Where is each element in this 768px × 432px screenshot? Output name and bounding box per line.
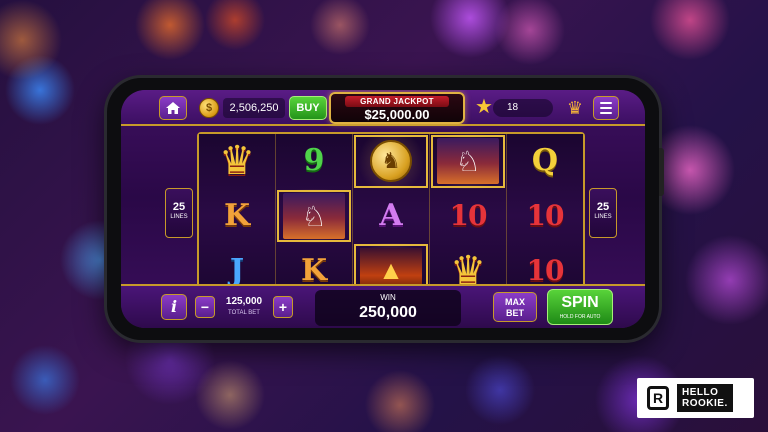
logo-mark: R (647, 386, 669, 410)
reel-cell: ♘ (430, 134, 506, 189)
top-bar: $ 2,506,250 BUY GRAND JACKPOT $25,000.00… (121, 90, 645, 126)
lines-count: 25 (596, 201, 610, 213)
reel-cell: Q (507, 134, 583, 189)
symbol-j: J (229, 252, 245, 288)
symbol-9: 9 (303, 143, 325, 179)
reel-3: ♞ A ▲ (353, 134, 430, 299)
reel-cell: ♛ (199, 134, 275, 189)
win-label: WIN (380, 293, 396, 302)
total-bet: 125,000 TOTAL BET (217, 295, 271, 321)
symbol-10: 10 (526, 253, 565, 287)
lines-label: LINES (170, 214, 188, 220)
reels: ♛ K J 9 ♘ K ♞ A ▲ ♘ 10 ♛ Q 10 10 (199, 134, 583, 299)
coin-icon: $ (199, 98, 219, 118)
crown-symbol-icon: ♛ (219, 139, 255, 184)
bottom-bar: i − 125,000 TOTAL BET + WIN 250,000 MAX … (121, 284, 645, 328)
win-display: WIN 250,000 (315, 290, 461, 326)
level-value: 18 (507, 102, 519, 113)
spin-button[interactable]: SPIN HOLD FOR AUTO (547, 289, 613, 325)
logo-text-line2: ROOKIE. (682, 398, 728, 409)
spin-sublabel: HOLD FOR AUTO (559, 314, 601, 320)
vip-crown-icon[interactable]: ♛ (564, 96, 586, 120)
total-bet-value: 125,000 (225, 296, 263, 307)
win-value: 250,000 (359, 304, 417, 321)
reel-4: ♘ 10 ♛ (430, 134, 507, 298)
symbol-10: 10 (449, 199, 488, 232)
home-icon (166, 102, 180, 114)
symbol-q: Q (531, 143, 559, 179)
gold-coin-symbol-icon: ♞ (370, 140, 412, 183)
increase-bet-button[interactable]: + (273, 296, 293, 318)
jackpot-value: $25,000.00 (364, 107, 430, 122)
grand-jackpot: GRAND JACKPOT $25,000.00 (329, 92, 465, 124)
hello-rookie-logo: R HELLO ROOKIE. (637, 378, 754, 418)
max-bet-button[interactable]: MAX BET (493, 292, 537, 322)
symbol-k: K (300, 252, 328, 288)
home-button[interactable] (159, 96, 187, 120)
hamburger-icon (600, 102, 612, 104)
horse-symbol-icon: ♘ (283, 193, 345, 239)
jackpot-label: GRAND JACKPOT (345, 96, 449, 107)
horse-symbol-icon: ♘ (437, 138, 499, 185)
menu-button[interactable] (593, 96, 619, 120)
total-bet-label: TOTAL BET (228, 310, 260, 316)
spin-label: SPIN (561, 294, 599, 311)
reel-cell: K (199, 189, 275, 244)
reel-frame: ♛ K J 9 ♘ K ♞ A ▲ ♘ 10 ♛ Q 10 10 (197, 132, 585, 300)
slot-game-screen: $ 2,506,250 BUY GRAND JACKPOT $25,000.00… (121, 90, 645, 328)
lines-count: 25 (172, 201, 186, 213)
symbol-a: A (379, 198, 403, 233)
reel-cell: 10 (430, 189, 506, 244)
lines-indicator-left: 25 LINES (165, 188, 193, 238)
lines-label: LINES (594, 214, 612, 220)
reel-cell: ♞ (353, 134, 429, 189)
phone-device: $ 2,506,250 BUY GRAND JACKPOT $25,000.00… (107, 78, 664, 340)
reel-cell: 9 (276, 134, 352, 189)
reel-2: 9 ♘ K (276, 134, 353, 298)
reel-5: Q 10 10 (507, 134, 583, 298)
buy-button[interactable]: BUY (289, 96, 327, 120)
phone-side-button (659, 148, 664, 196)
reel-cell: ♘ (276, 188, 352, 244)
lines-indicator-right: 25 LINES (589, 188, 617, 238)
symbol-10: 10 (526, 199, 565, 232)
symbol-k: K (223, 198, 251, 233)
player-level: 18 (493, 99, 553, 117)
reel-cell: 10 (507, 189, 583, 244)
info-button[interactable]: i (161, 294, 187, 320)
decrease-bet-button[interactable]: − (195, 296, 215, 318)
reel-1: ♛ K J (199, 134, 276, 298)
logo-text-line1: HELLO (682, 387, 719, 398)
coin-balance: 2,506,250 (223, 98, 285, 118)
logo-wordmark: HELLO ROOKIE. (677, 384, 733, 412)
max-bet-line1: MAX (505, 297, 525, 307)
reel-cell: A (353, 189, 429, 244)
max-bet-line2: BET (506, 308, 524, 318)
star-icon: ★ (475, 96, 493, 118)
